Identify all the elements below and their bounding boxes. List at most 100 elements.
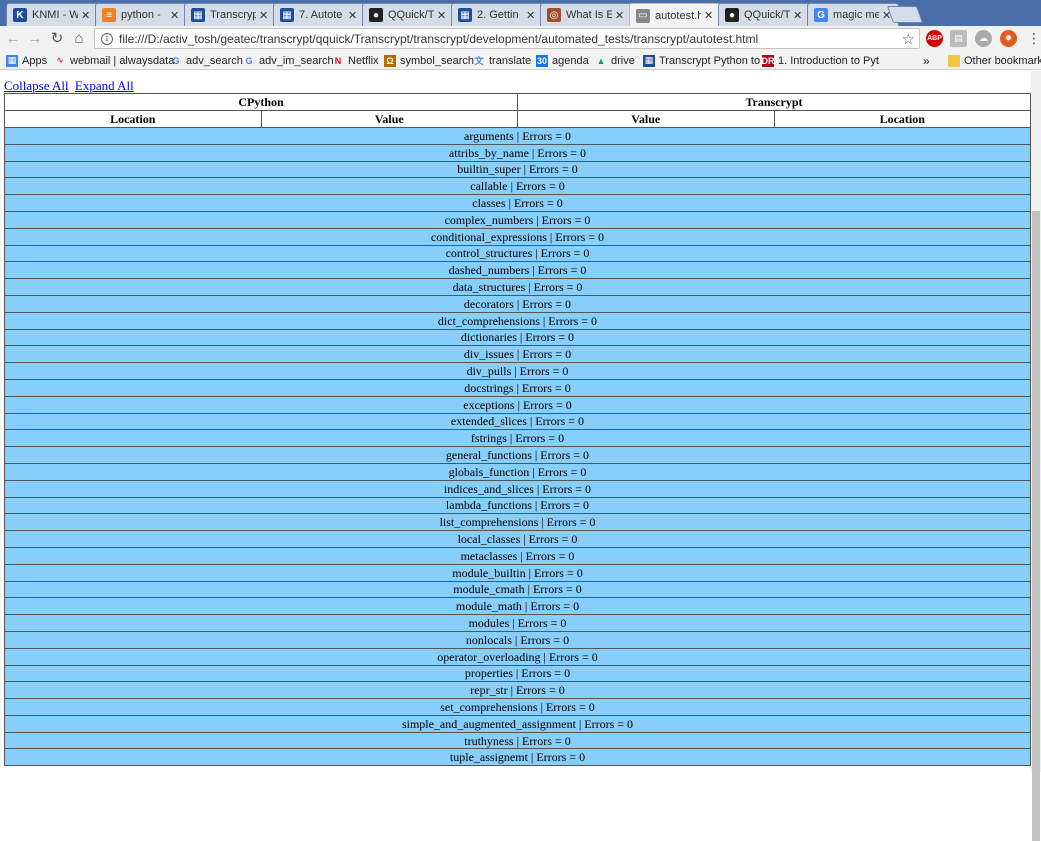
browser-tab[interactable]: ▦ 7. Autote ✕ <box>273 3 365 26</box>
table-row[interactable]: operator_overloading | Errors = 0 <box>4 647 1031 666</box>
test-result-cell[interactable]: attribs_by_name | Errors = 0 <box>4 143 1031 162</box>
tab-close-icon[interactable]: ✕ <box>526 9 536 22</box>
scrollbar-thumb[interactable] <box>1032 211 1040 841</box>
table-row[interactable]: arguments | Errors = 0 <box>4 127 1031 145</box>
browser-tab[interactable]: ● QQuick/T ✕ <box>718 3 810 26</box>
test-result-cell[interactable]: exceptions | Errors = 0 <box>4 395 1031 414</box>
bookmark-item[interactable]: Gadv_im_search <box>243 53 333 68</box>
table-row[interactable]: decorators | Errors = 0 <box>4 294 1031 313</box>
table-row[interactable]: globals_function | Errors = 0 <box>4 462 1031 481</box>
table-row[interactable]: simple_and_augmented_assignment | Errors… <box>4 714 1031 733</box>
table-row[interactable]: metaclasses | Errors = 0 <box>4 546 1031 565</box>
test-result-cell[interactable]: callable | Errors = 0 <box>4 177 1031 196</box>
address-bar[interactable]: i file:///D:/activ_tosh/geatec/transcryp… <box>94 28 920 49</box>
test-result-cell[interactable]: complex_numbers | Errors = 0 <box>4 210 1031 229</box>
bookmark-item[interactable]: 30 agenda <box>536 53 589 68</box>
table-row[interactable]: properties | Errors = 0 <box>4 664 1031 683</box>
test-result-cell[interactable]: decorators | Errors = 0 <box>4 294 1031 313</box>
bookmark-item[interactable]: ▦ Transcrypt Python to <box>643 53 760 68</box>
table-row[interactable]: module_cmath | Errors = 0 <box>4 580 1031 599</box>
test-result-cell[interactable]: general_functions | Errors = 0 <box>4 446 1031 464</box>
other-bookmarks[interactable]: Other bookmarks <box>948 53 1041 68</box>
test-result-cell[interactable]: docstrings | Errors = 0 <box>4 378 1031 397</box>
test-result-cell[interactable]: lambda_functions | Errors = 0 <box>4 496 1031 515</box>
tab-close-icon[interactable]: ✕ <box>81 9 91 22</box>
table-row[interactable]: tuple_assignemt | Errors = 0 <box>4 748 1031 767</box>
test-result-cell[interactable]: fstrings | Errors = 0 <box>4 429 1031 448</box>
table-row[interactable]: conditional_expressions | Errors = 0 <box>4 227 1031 246</box>
table-row[interactable]: modules | Errors = 0 <box>4 614 1031 632</box>
test-result-cell[interactable]: tuple_assignemt | Errors = 0 <box>4 748 1031 767</box>
browser-tab[interactable]: ▦ 2. Gettin ✕ <box>451 3 543 26</box>
bookmark-item[interactable]: ▲ drive <box>595 53 635 68</box>
bookmark-item[interactable]: 文 translate <box>473 53 531 68</box>
extension-flame-icon[interactable]: ✹ <box>1000 30 1017 47</box>
menu-kebab-icon[interactable]: ⋮ <box>1025 29 1041 47</box>
bookmarks-overflow-button[interactable]: » <box>923 53 930 68</box>
adblock-icon[interactable]: ABP <box>926 30 943 47</box>
tab-close-icon[interactable]: ✕ <box>259 9 269 22</box>
browser-tab[interactable]: ▦ Transcryp ✕ <box>184 3 276 26</box>
test-result-cell[interactable]: repr_str | Errors = 0 <box>4 681 1031 700</box>
test-result-cell[interactable]: simple_and_augmented_assignment | Errors… <box>4 714 1031 733</box>
tab-close-icon[interactable]: ✕ <box>793 9 803 22</box>
table-row[interactable]: builtin_super | Errors = 0 <box>4 160 1031 179</box>
test-result-cell[interactable]: builtin_super | Errors = 0 <box>4 160 1031 179</box>
test-result-cell[interactable]: div_pulls | Errors = 0 <box>4 362 1031 380</box>
test-result-cell[interactable]: conditional_expressions | Errors = 0 <box>4 227 1031 246</box>
table-row[interactable]: attribs_by_name | Errors = 0 <box>4 143 1031 162</box>
test-result-cell[interactable]: globals_function | Errors = 0 <box>4 462 1031 481</box>
table-row[interactable]: set_comprehensions | Errors = 0 <box>4 698 1031 716</box>
table-row[interactable]: docstrings | Errors = 0 <box>4 378 1031 397</box>
tab-close-icon[interactable]: ✕ <box>615 9 625 22</box>
test-result-cell[interactable]: nonlocals | Errors = 0 <box>4 630 1031 649</box>
bookmark-item[interactable]: Gadv_search <box>170 53 242 68</box>
test-result-cell[interactable]: dict_comprehensions | Errors = 0 <box>4 311 1031 330</box>
browser-tab[interactable]: ▭ autotest.h ✕ <box>629 3 721 26</box>
browser-tab[interactable]: ◎ What Is E ✕ <box>540 3 632 26</box>
table-row[interactable]: div_pulls | Errors = 0 <box>4 362 1031 380</box>
vertical-scrollbar[interactable] <box>1031 71 1041 841</box>
table-row[interactable]: data_structures | Errors = 0 <box>4 278 1031 296</box>
bookmark-item[interactable]: DR 1. Introduction to Pyt <box>762 53 879 68</box>
test-result-cell[interactable]: module_math | Errors = 0 <box>4 597 1031 616</box>
table-row[interactable]: extended_slices | Errors = 0 <box>4 412 1031 431</box>
extension-page-icon[interactable]: ▤ <box>950 30 967 47</box>
bookmark-star-icon[interactable]: ☆ <box>902 30 915 48</box>
tab-close-icon[interactable]: ✕ <box>704 9 714 22</box>
test-result-cell[interactable]: arguments | Errors = 0 <box>4 127 1031 145</box>
tab-close-icon[interactable]: ✕ <box>437 9 447 22</box>
test-result-cell[interactable]: control_structures | Errors = 0 <box>4 244 1031 263</box>
home-icon[interactable]: ⌂ <box>70 29 88 47</box>
bookmark-item[interactable]: Ωsymbol_search <box>384 53 474 68</box>
table-row[interactable]: dict_comprehensions | Errors = 0 <box>4 311 1031 330</box>
test-result-cell[interactable]: metaclasses | Errors = 0 <box>4 546 1031 565</box>
test-result-cell[interactable]: div_issues | Errors = 0 <box>4 345 1031 364</box>
table-row[interactable]: general_functions | Errors = 0 <box>4 446 1031 464</box>
browser-tab[interactable]: ≡ python - ✕ <box>95 3 187 26</box>
test-result-cell[interactable]: data_structures | Errors = 0 <box>4 278 1031 296</box>
tab-close-icon[interactable]: ✕ <box>348 9 358 22</box>
table-row[interactable]: local_classes | Errors = 0 <box>4 530 1031 548</box>
tab-close-icon[interactable]: ✕ <box>170 9 180 22</box>
table-row[interactable]: nonlocals | Errors = 0 <box>4 630 1031 649</box>
table-row[interactable]: exceptions | Errors = 0 <box>4 395 1031 414</box>
table-row[interactable]: dictionaries | Errors = 0 <box>4 328 1031 347</box>
url-text[interactable]: file:///D:/activ_tosh/geatec/transcrypt/… <box>119 32 902 46</box>
test-result-cell[interactable]: module_cmath | Errors = 0 <box>4 580 1031 599</box>
test-result-cell[interactable]: indices_and_slices | Errors = 0 <box>4 479 1031 498</box>
test-result-cell[interactable]: set_comprehensions | Errors = 0 <box>4 698 1031 716</box>
extension-cloud-icon[interactable]: ☁ <box>975 30 992 47</box>
collapse-all-link[interactable]: Collapse All <box>4 78 69 93</box>
table-row[interactable]: truthyness | Errors = 0 <box>4 731 1031 750</box>
table-row[interactable]: lambda_functions | Errors = 0 <box>4 496 1031 515</box>
test-result-cell[interactable]: list_comprehensions | Errors = 0 <box>4 513 1031 532</box>
browser-tab[interactable]: ● QQuick/T ✕ <box>362 3 454 26</box>
table-row[interactable]: div_issues | Errors = 0 <box>4 345 1031 364</box>
bookmark-item[interactable]: ▦ Apps <box>6 53 47 68</box>
table-row[interactable]: module_math | Errors = 0 <box>4 597 1031 616</box>
table-row[interactable]: classes | Errors = 0 <box>4 194 1031 212</box>
test-result-cell[interactable]: properties | Errors = 0 <box>4 664 1031 683</box>
new-tab-button[interactable] <box>886 6 924 23</box>
bookmark-item[interactable]: ∿ webmail | alwaysdata <box>54 53 174 68</box>
